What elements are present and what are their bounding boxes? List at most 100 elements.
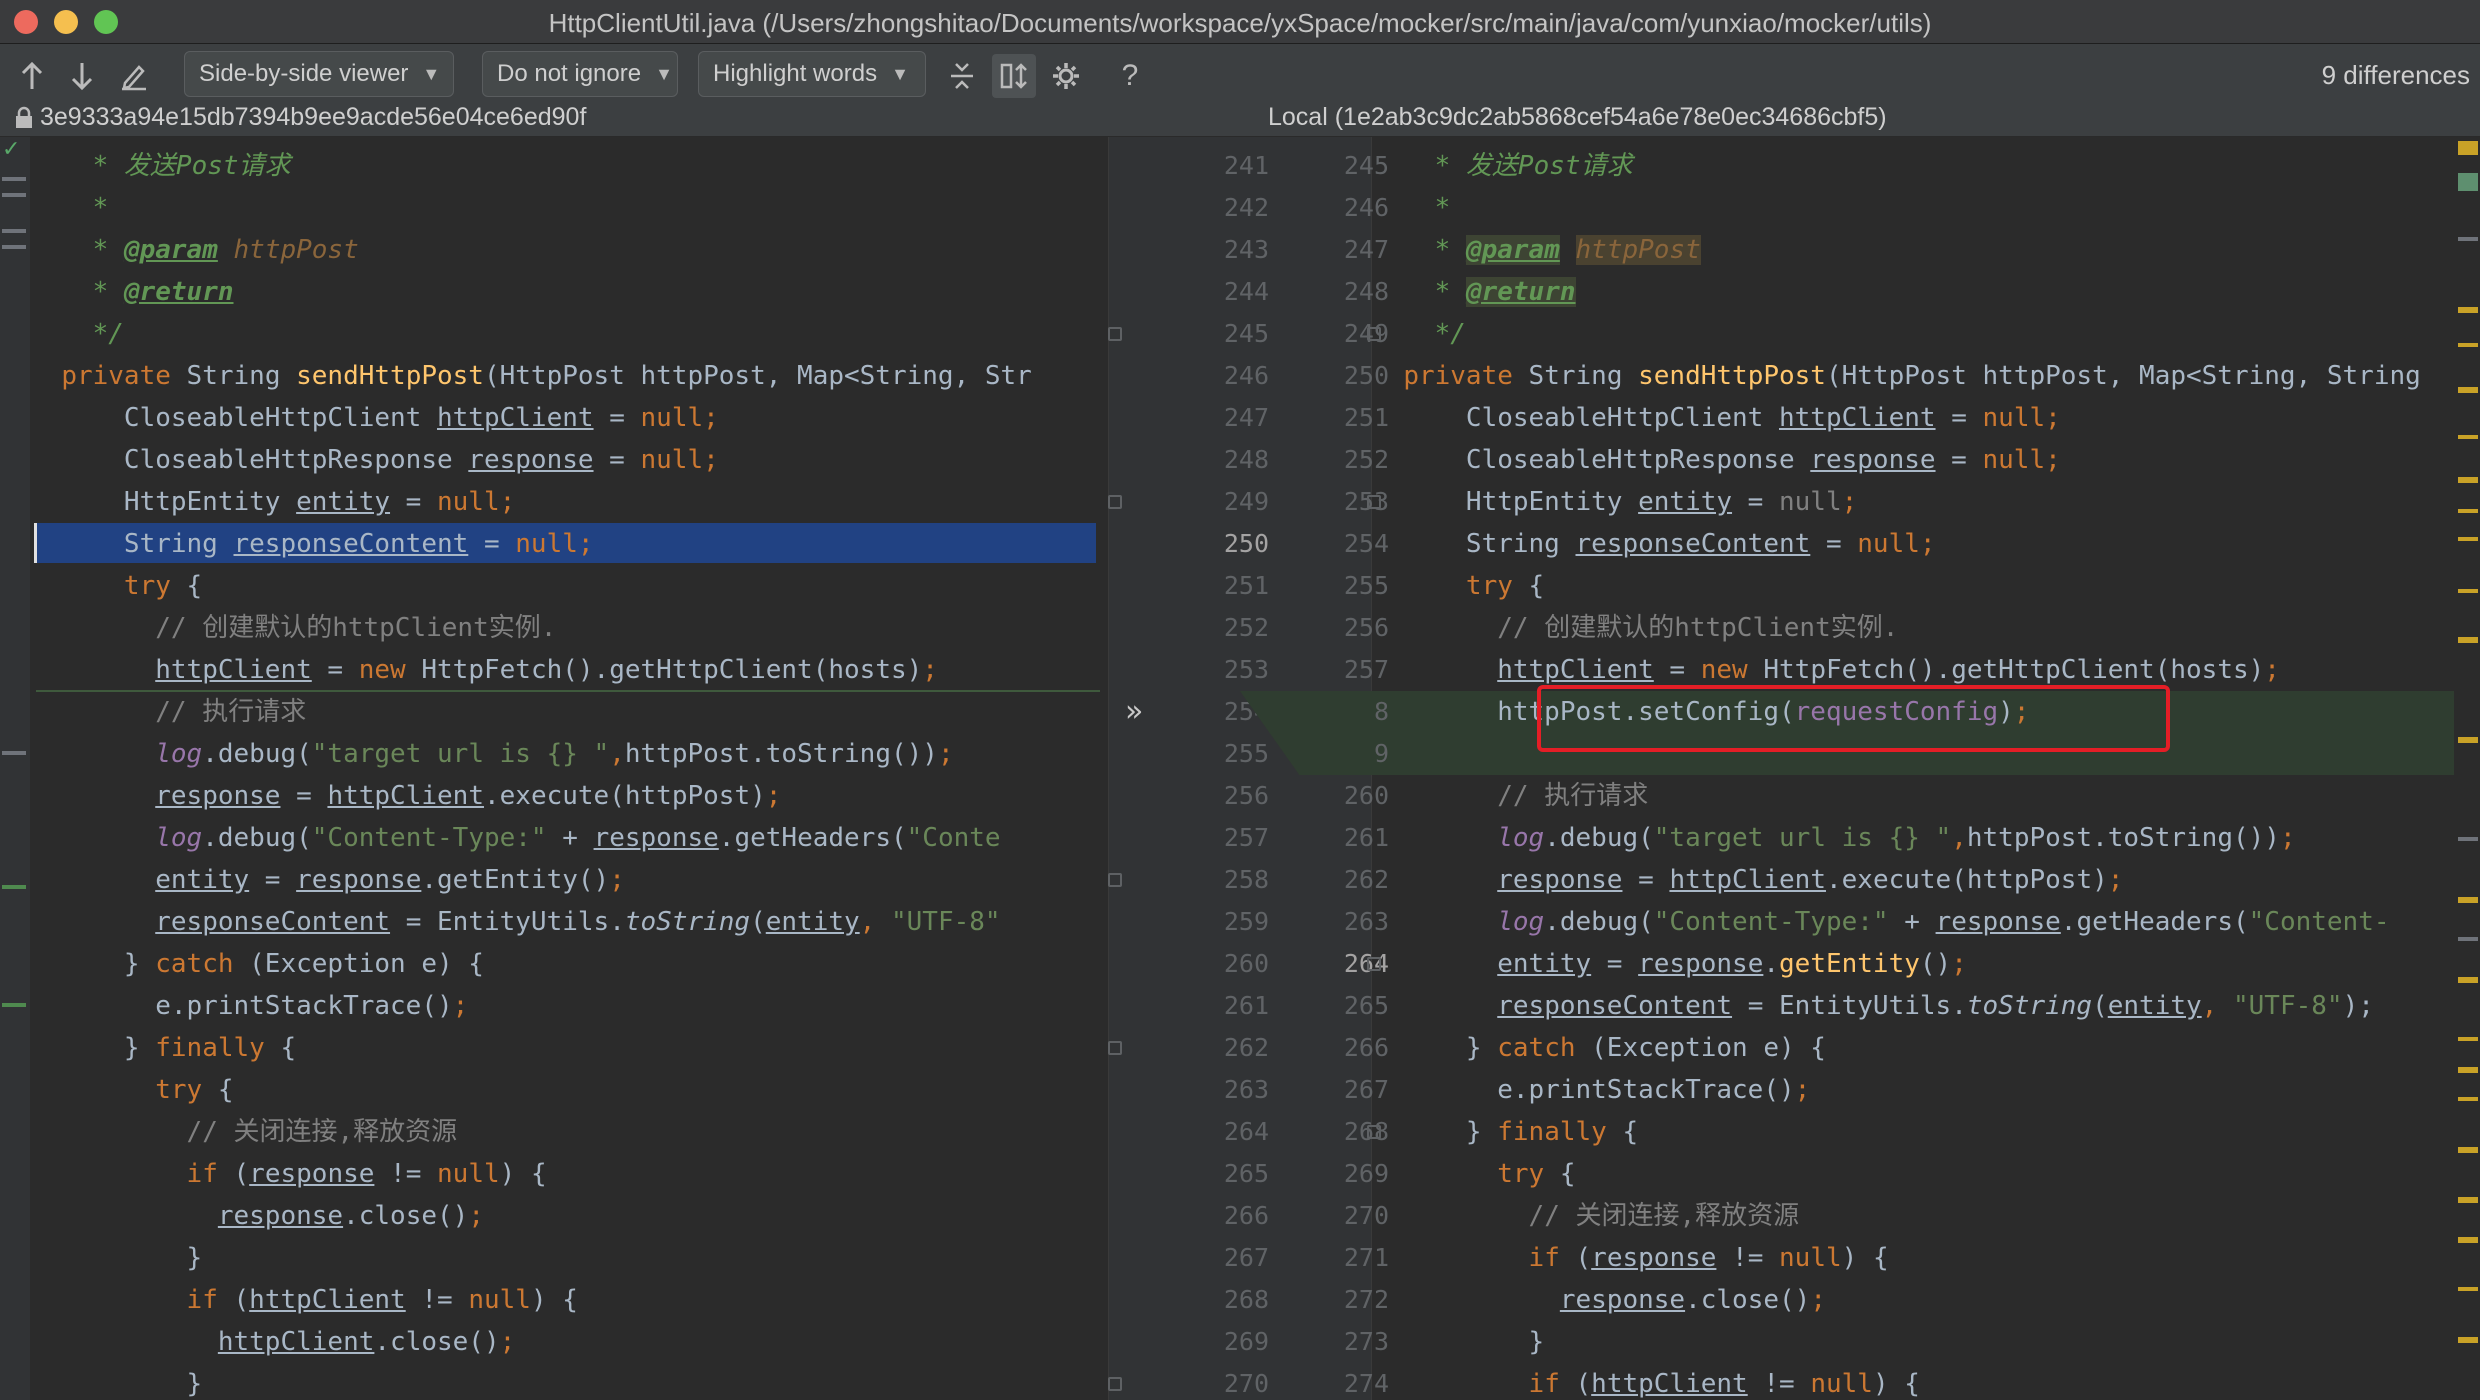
code-line[interactable]: try {	[30, 1069, 1110, 1111]
code-line[interactable]: log.debug("target url is {} ",httpPost.t…	[30, 733, 1110, 775]
code-line[interactable]: * 发送Post请求	[1372, 145, 2454, 187]
code-line[interactable]: log.debug("Content-Type:" + response.get…	[30, 817, 1110, 859]
code-line[interactable]: CloseableHttpResponse response = null;	[1372, 439, 2454, 481]
code-line[interactable]: httpClient.close();	[30, 1321, 1110, 1363]
left-code-pane[interactable]: * 发送Post请求 * * @param httpPost * @return…	[30, 137, 1110, 1400]
code-line[interactable]: * @return	[30, 271, 1110, 313]
highlight-mode-dropdown[interactable]: Highlight words ▼	[698, 51, 926, 97]
viewer-mode-dropdown[interactable]: Side-by-side viewer ▼	[184, 51, 454, 97]
code-line[interactable]: String responseContent = null;	[1372, 523, 2454, 565]
change-marker[interactable]	[2458, 1037, 2478, 1041]
fold-marker-icon[interactable]	[1108, 1041, 1122, 1055]
change-marker[interactable]	[2458, 173, 2478, 191]
change-marker[interactable]	[2458, 1237, 2478, 1243]
code-line[interactable]: HttpEntity entity = null;	[30, 481, 1110, 523]
gear-icon[interactable]	[1046, 54, 1086, 98]
code-line[interactable]: if (response != null) {	[1372, 1237, 2454, 1279]
change-marker[interactable]	[2458, 737, 2478, 743]
code-line[interactable]: CloseableHttpResponse response = null;	[30, 439, 1110, 481]
code-line[interactable]: entity = response.getEntity();	[1372, 943, 2454, 985]
code-line[interactable]: HttpEntity entity = null;	[1372, 481, 2454, 523]
change-marker[interactable]	[2458, 937, 2478, 941]
change-marker[interactable]	[2458, 509, 2478, 513]
code-line[interactable]: // 执行请求	[1372, 775, 2454, 817]
change-marker[interactable]	[2458, 237, 2478, 241]
code-line[interactable]: *	[30, 187, 1110, 229]
change-marker[interactable]	[2, 885, 26, 889]
arrow-down-icon[interactable]	[62, 54, 102, 98]
change-marker[interactable]	[2458, 1287, 2478, 1291]
fold-marker-icon[interactable]	[1108, 1377, 1122, 1391]
apply-change-icon[interactable]: »	[1125, 691, 1143, 733]
code-line[interactable]: private String sendHttpPost(HttpPost htt…	[1372, 355, 2454, 397]
code-line[interactable]: CloseableHttpClient httpClient = null;	[30, 397, 1110, 439]
code-line[interactable]: if (httpClient != null) {	[1372, 1363, 2454, 1400]
code-line[interactable]: try {	[1372, 565, 2454, 607]
code-line[interactable]: response = httpClient.execute(httpPost);	[1372, 859, 2454, 901]
change-marker[interactable]	[2458, 897, 2478, 903]
change-marker[interactable]	[2, 1003, 26, 1007]
change-marker[interactable]	[2458, 1067, 2478, 1073]
code-line[interactable]: * 发送Post请求	[30, 145, 1110, 187]
change-marker[interactable]	[2458, 1097, 2478, 1101]
change-marker[interactable]	[2458, 477, 2478, 483]
code-line[interactable]: } finally {	[1372, 1111, 2454, 1153]
code-line[interactable]: response.close();	[1372, 1279, 2454, 1321]
code-line[interactable]: } catch (Exception e) {	[1372, 1027, 2454, 1069]
change-marker[interactable]	[2, 193, 26, 197]
code-line[interactable]: String responseContent = null;	[30, 523, 1110, 565]
code-line[interactable]: // 执行请求	[30, 691, 1110, 733]
edit-icon[interactable]	[114, 54, 154, 98]
change-marker[interactable]	[2458, 589, 2478, 593]
code-line[interactable]: try {	[1372, 1153, 2454, 1195]
code-line[interactable]: } catch (Exception e) {	[30, 943, 1110, 985]
code-line[interactable]: if (httpClient != null) {	[30, 1279, 1110, 1321]
collapse-icon[interactable]	[942, 54, 982, 98]
code-line[interactable]: try {	[30, 565, 1110, 607]
change-marker[interactable]	[2, 229, 26, 233]
code-line[interactable]: }	[30, 1237, 1110, 1279]
code-line[interactable]: httpClient = new HttpFetch().getHttpClie…	[30, 649, 1110, 691]
fold-marker-icon[interactable]	[1108, 495, 1122, 509]
change-marker[interactable]	[2458, 537, 2478, 541]
code-line[interactable]: }	[30, 1363, 1110, 1400]
change-marker[interactable]	[2458, 1147, 2478, 1153]
change-marker[interactable]	[2458, 1197, 2478, 1203]
sync-scroll-icon[interactable]	[992, 54, 1036, 98]
change-marker[interactable]	[2458, 141, 2478, 155]
code-line[interactable]: response.close();	[30, 1195, 1110, 1237]
arrow-up-icon[interactable]	[12, 54, 52, 98]
code-line[interactable]: CloseableHttpClient httpClient = null;	[1372, 397, 2454, 439]
change-marker[interactable]	[2458, 387, 2478, 393]
change-marker[interactable]	[2458, 1337, 2478, 1343]
change-marker[interactable]	[2458, 435, 2478, 439]
change-marker[interactable]	[2458, 637, 2478, 643]
code-line[interactable]: responseContent = EntityUtils.toString(e…	[1372, 985, 2454, 1027]
change-marker[interactable]	[2, 245, 26, 249]
help-icon[interactable]: ?	[1110, 54, 1150, 98]
code-line[interactable]: log.debug("target url is {} ",httpPost.t…	[1372, 817, 2454, 859]
right-code-pane[interactable]: * 发送Post请求 * * @param httpPost * @return…	[1372, 137, 2454, 1400]
change-marker[interactable]	[2458, 837, 2478, 841]
code-line[interactable]: responseContent = EntityUtils.toString(e…	[30, 901, 1110, 943]
code-line[interactable]: if (response != null) {	[30, 1153, 1110, 1195]
code-line[interactable]: } finally {	[30, 1027, 1110, 1069]
code-line[interactable]: // 关闭连接,释放资源	[1372, 1195, 2454, 1237]
code-line[interactable]: response = httpClient.execute(httpPost);	[30, 775, 1110, 817]
code-line[interactable]: private String sendHttpPost(HttpPost htt…	[30, 355, 1110, 397]
code-line[interactable]: */	[1372, 313, 2454, 355]
code-line[interactable]: * @return	[1372, 271, 2454, 313]
change-marker[interactable]	[2, 751, 26, 755]
code-line[interactable]: }	[1372, 1321, 2454, 1363]
change-marker[interactable]	[2458, 343, 2478, 347]
code-line[interactable]: // 创建默认的httpClient实例.	[30, 607, 1110, 649]
code-line[interactable]: * @param httpPost	[30, 229, 1110, 271]
code-line[interactable]: e.printStackTrace();	[30, 985, 1110, 1027]
code-line[interactable]: *	[1372, 187, 2454, 229]
code-line[interactable]: */	[30, 313, 1110, 355]
change-marker[interactable]	[2458, 977, 2478, 983]
code-line[interactable]: // 创建默认的httpClient实例.	[1372, 607, 2454, 649]
code-line[interactable]: * @param httpPost	[1372, 229, 2454, 271]
ignore-mode-dropdown[interactable]: Do not ignore ▼	[482, 51, 678, 97]
fold-marker-icon[interactable]	[1108, 873, 1122, 887]
